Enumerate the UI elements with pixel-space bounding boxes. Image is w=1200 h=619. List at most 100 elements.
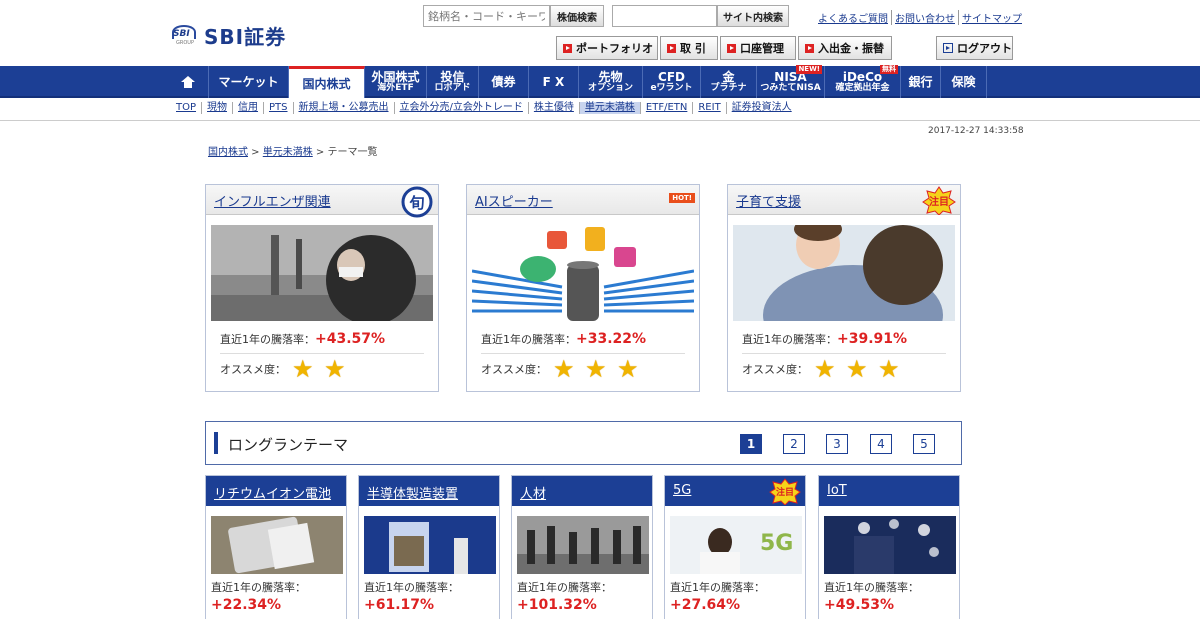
star-icon: ★ [324,355,346,383]
sbi-logo[interactable]: SBI GROUP SBI証券 [172,21,286,50]
theme-card-ai-speaker[interactable]: AIスピーカー HOT! 直近1年の騰落率：+33.22% オススメ度： ★ ★ ★ [466,184,700,392]
divider [0,120,1200,121]
nav-home[interactable] [167,66,209,98]
theme-card-lithium-battery[interactable]: リチウムイオン電池 直近1年の騰落率： +22.34% [205,475,347,619]
nav-ideco[interactable]: 無料 iDeCo 確定拠出年金 [825,65,901,98]
subnav-margin[interactable]: 信用 [232,102,263,114]
subnav-odd-lot[interactable]: 単元未満株 [578,102,640,114]
longrun-theme-header: ロングランテーマ 1 2 3 4 5 [205,421,962,465]
star-icon: ★ [617,355,639,383]
page-5-button[interactable]: 5 [913,434,935,454]
theme-title-link[interactable]: インフルエンザ関連 [214,195,331,210]
theme-title-link[interactable]: 人材 [520,487,546,502]
theme-title-link[interactable]: 半導体製造装置 [367,487,458,502]
nav-cfd[interactable]: CFD eワラント [643,66,701,98]
home-icon [180,76,195,88]
theme-title-link[interactable]: AIスピーカー [475,195,553,210]
stock-search-input[interactable] [423,5,550,27]
breadcrumb-current: テーマ一覧 [327,147,378,158]
sub-nav: TOP 現物 信用 PTS 新規上場・公募売出 立会外分売/立会外トレード 株主… [176,102,797,114]
theme-title-link[interactable]: 5G [673,483,691,498]
sbi-logo-mark: SBI GROUP [172,24,196,47]
rate-value: +49.53% [824,597,895,613]
theme-title-link[interactable]: 子育て支援 [736,195,801,210]
nav-insurance[interactable]: 保険 [941,66,987,98]
subnav-reit[interactable]: REIT [692,102,725,114]
rate-value: +22.34% [211,597,282,613]
portfolio-button[interactable]: ポートフォリオ [556,36,658,60]
site-search-input[interactable] [612,5,717,27]
star-icon: ★ [585,355,607,383]
top-links: よくあるご質問 お問い合わせ サイトマップ [815,10,1025,25]
rate-value: +61.17% [364,597,435,613]
subnav-offexchange[interactable]: 立会外分売/立会外トレード [393,102,528,114]
theme-image: 5G [670,516,802,574]
svg-text:5G: 5G [760,531,793,556]
deposit-button[interactable]: 入出金・振替 [798,36,892,60]
nav-domestic-stock[interactable]: 国内株式 [289,66,365,98]
theme-card-iot[interactable]: IoT 直近1年の騰落率： +49.53% [818,475,960,619]
nav-foreign-stock[interactable]: 外国株式 海外ETF [365,66,427,98]
nav-bank[interactable]: 銀行 [901,66,941,98]
faq-link[interactable]: よくあるご質問 [815,10,891,25]
nav-futures[interactable]: 先物 オプション [579,66,643,98]
logout-icon [943,43,953,53]
breadcrumb-odd-lot[interactable]: 単元未満株 [263,147,313,158]
nav-fx[interactable]: F X [529,66,579,98]
account-button[interactable]: 口座管理 [720,36,796,60]
trade-button[interactable]: 取 引 [660,36,718,60]
subnav-ipo[interactable]: 新規上場・公募売出 [292,102,394,114]
page-1-button[interactable]: 1 [740,434,762,454]
subnav-benefits[interactable]: 株主優待 [527,102,579,114]
arrow-right-icon [563,43,572,53]
recommend-rating: オススメ度： ★ ★ [220,357,350,381]
rate-value: +33.22% [576,331,647,347]
rate-value: +39.91% [837,331,908,347]
theme-image [824,516,956,574]
attention-badge-icon: 注目 [922,186,956,215]
theme-card-childcare[interactable]: 子育て支援 注目 直近1年の騰落率：+39.91% オススメ度： ★ ★ ★ [727,184,961,392]
nav-funds[interactable]: 投信 ロボアド [427,66,479,98]
section-title: ロングランテーマ [228,436,349,454]
theme-card-semiconductor[interactable]: 半導体製造装置 直近1年の騰落率： +61.17% [358,475,500,619]
recommend-rating: オススメ度： ★ ★ ★ [481,357,643,381]
timestamp: 2017-12-27 14:33:58 [928,126,1024,136]
rate-value: +101.32% [517,597,597,613]
subnav-etf[interactable]: ETF/ETN [639,102,692,114]
logout-button[interactable]: ログアウト [936,36,1013,60]
free-badge: 無料 [880,65,898,74]
breadcrumb-domestic-stock[interactable]: 国内株式 [208,147,248,158]
page-4-button[interactable]: 4 [870,434,892,454]
subnav-investment-corp[interactable]: 証券投資法人 [725,102,797,114]
theme-title-link[interactable]: リチウムイオン電池 [214,487,331,502]
star-icon: ★ [814,355,836,383]
nav-bonds[interactable]: 債券 [479,66,529,98]
nav-nisa[interactable]: NEW! NISA つみたてNISA [757,65,825,98]
site-search-button[interactable]: サイト内検索 [717,5,789,27]
star-icon: ★ [846,355,868,383]
nav-market[interactable]: マーケット [209,66,289,98]
svg-text:旬: 旬 [408,194,424,212]
page-2-button[interactable]: 2 [783,434,805,454]
svg-text:注目: 注目 [929,195,949,208]
arrow-right-icon [805,43,814,53]
theme-card-human-resources[interactable]: 人材 直近1年の騰落率： +101.32% [511,475,653,619]
theme-card-influenza[interactable]: インフルエンザ関連 旬 直近1年の騰落率：+43.57% オススメ度： ★ ★ [205,184,439,392]
theme-title-link[interactable]: IoT [827,483,847,498]
new-badge: NEW! [796,65,822,74]
arrow-right-icon [727,43,736,53]
subnav-pts[interactable]: PTS [263,102,293,114]
nav-gold[interactable]: 金プラチナ [701,66,757,98]
sitemap-link[interactable]: サイトマップ [958,10,1025,25]
stock-search-button[interactable]: 株価検索 [550,5,604,27]
theme-card-5g[interactable]: 5G 注目 5G 直近1年の騰落率： +27.64% [664,475,806,619]
subnav-top[interactable]: TOP [176,102,201,114]
theme-image [733,225,955,321]
sbi-logo-name: SBI証券 [204,25,287,49]
subnav-spot[interactable]: 現物 [201,102,232,114]
contact-link[interactable]: お問い合わせ [891,10,958,25]
attention-badge-icon: 注目 [769,478,801,505]
breadcrumb: 国内株式 > 単元未満株 > テーマ一覧 [208,147,378,158]
star-icon: ★ [292,355,314,383]
page-3-button[interactable]: 3 [826,434,848,454]
